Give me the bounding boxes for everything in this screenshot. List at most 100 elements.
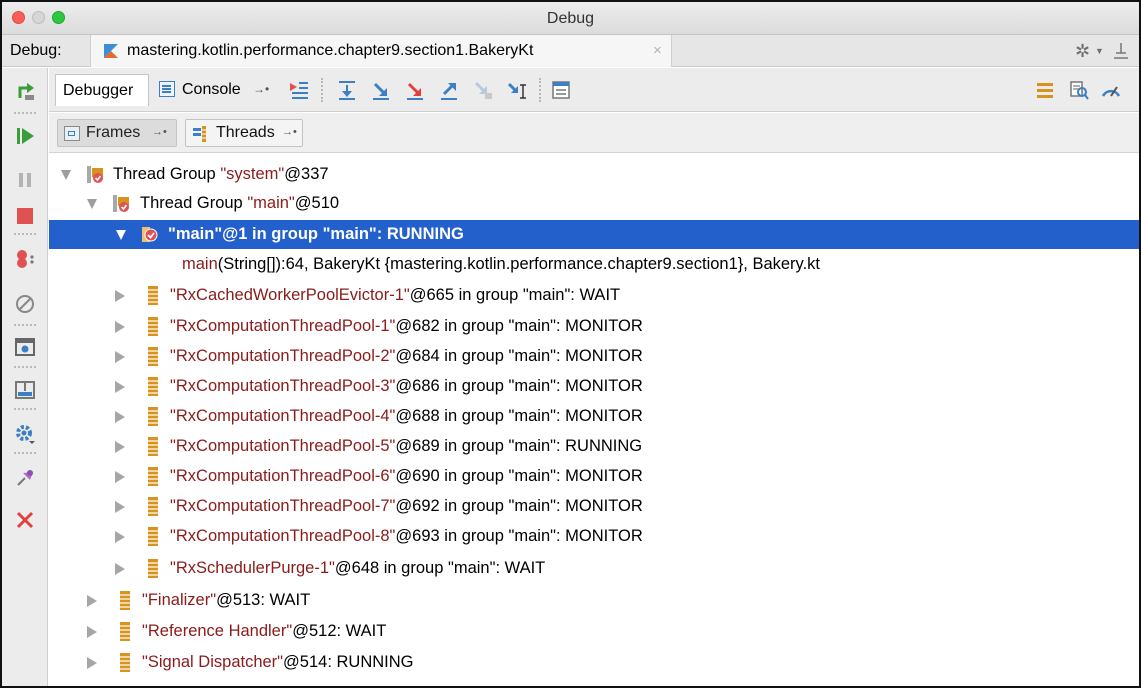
stop-icon[interactable] xyxy=(14,205,36,227)
list-view-icon[interactable] xyxy=(1035,80,1055,100)
show-execution-point-icon[interactable] xyxy=(289,80,309,100)
move-arrow-icon[interactable]: →• xyxy=(253,82,269,96)
tree-row-thread[interactable]: "Finalizer"@513: WAIT xyxy=(49,586,1139,615)
collapsed-arrow-icon[interactable] xyxy=(115,351,125,363)
tab-frames-label: Frames xyxy=(86,124,141,141)
tree-row-thread-main[interactable]: "main"@1 in group "main": RUNNING xyxy=(49,220,1139,249)
toolbar-divider xyxy=(539,78,541,102)
session-tab[interactable]: mastering.kotlin.performance.chapter9.se… xyxy=(90,35,672,67)
restore-layout-icon[interactable] xyxy=(14,379,36,401)
close-tab-icon[interactable]: × xyxy=(653,42,662,59)
tree-row-group-system[interactable]: Thread Group "system"@337 xyxy=(49,160,1139,189)
thread-status: @689 in group "main": RUNNING xyxy=(395,437,643,455)
settings-gear-icon[interactable]: ✲ xyxy=(1075,41,1090,62)
window-title: Debug xyxy=(546,10,595,27)
thread-icon xyxy=(148,377,158,396)
thread-name: "RxSchedulerPurge-1" xyxy=(170,559,335,577)
collapsed-arrow-icon[interactable] xyxy=(115,563,125,575)
tree-row-thread[interactable]: "RxComputationThreadPool-7"@692 in group… xyxy=(49,492,1139,521)
thread-icon xyxy=(148,497,158,516)
step-into-icon[interactable] xyxy=(371,80,391,100)
tree-row-thread[interactable]: "Signal Dispatcher"@514: RUNNING xyxy=(49,648,1139,677)
tree-row-thread[interactable]: "RxCachedWorkerPoolEvictor-1"@665 in gro… xyxy=(49,281,1139,310)
pin-tab-icon[interactable] xyxy=(14,467,36,489)
get-thread-dump-icon[interactable] xyxy=(14,336,36,358)
thread-name: "RxComputationThreadPool-1" xyxy=(170,317,396,335)
tab-console-label: Console xyxy=(182,81,241,98)
collapsed-arrow-icon[interactable] xyxy=(115,471,125,483)
collapsed-arrow-icon[interactable] xyxy=(115,321,125,333)
threads-icon xyxy=(193,126,206,142)
expanded-arrow-icon[interactable] xyxy=(87,199,97,209)
tree-row-thread[interactable]: "RxComputationThreadPool-2"@684 in group… xyxy=(49,342,1139,371)
thread-status: @693 in group "main": MONITOR xyxy=(395,527,643,545)
tree-row-thread[interactable]: "RxComputationThreadPool-4"@688 in group… xyxy=(49,402,1139,431)
step-out-icon[interactable] xyxy=(439,80,459,100)
thread-status: @684 in group "main": MONITOR xyxy=(395,347,643,365)
thread-status: @686 in group "main": MONITOR xyxy=(395,377,643,395)
overhead-icon[interactable] xyxy=(1101,80,1121,100)
tree-row-thread[interactable]: "RxSchedulerPurge-1"@648 in group "main"… xyxy=(49,554,1139,583)
tab-debugger[interactable]: Debugger xyxy=(55,74,149,106)
frame-method-name: main xyxy=(182,255,218,273)
tree-row-thread[interactable]: "RxComputationThreadPool-5"@689 in group… xyxy=(49,432,1139,461)
collapsed-arrow-icon[interactable] xyxy=(115,531,125,543)
collapsed-arrow-icon[interactable] xyxy=(87,657,97,669)
drop-frame-icon[interactable] xyxy=(473,80,493,100)
row-prefix: Thread Group xyxy=(140,194,248,212)
thread-icon xyxy=(148,467,158,486)
session-tab-label: mastering.kotlin.performance.chapter9.se… xyxy=(127,42,534,59)
toolbar-divider xyxy=(14,233,36,235)
tree-row-thread[interactable]: "Reference Handler"@512: WAIT xyxy=(49,617,1139,646)
threads-tree: Thread Group "system"@337 Thread Group "… xyxy=(49,154,1139,686)
toolbar-divider xyxy=(14,408,36,410)
expanded-arrow-icon[interactable] xyxy=(116,230,126,240)
tab-threads[interactable]: Threads →• xyxy=(185,119,303,147)
collapsed-arrow-icon[interactable] xyxy=(115,290,125,302)
settings-icon[interactable] xyxy=(14,423,36,445)
collapsed-arrow-icon[interactable] xyxy=(115,441,125,453)
tree-row-thread[interactable]: "RxComputationThreadPool-6"@690 in group… xyxy=(49,462,1139,491)
expanded-arrow-icon[interactable] xyxy=(61,170,71,180)
thread-name: "main" xyxy=(168,225,223,243)
move-arrow-icon[interactable]: →• xyxy=(152,126,167,138)
move-arrow-icon[interactable]: →• xyxy=(282,126,297,138)
debug-label: Debug: xyxy=(10,42,62,59)
collapsed-arrow-icon[interactable] xyxy=(115,501,125,513)
tree-row-stack-frame[interactable]: main(String[]):64, BakeryKt {mastering.k… xyxy=(49,250,1139,279)
thread-status: @648 in group "main": WAIT xyxy=(334,559,546,577)
thread-status: @690 in group "main": MONITOR xyxy=(395,467,643,485)
resume-icon[interactable] xyxy=(14,125,36,147)
tab-console[interactable]: Console →• xyxy=(153,74,283,106)
chevron-down-icon[interactable]: ▼ xyxy=(1095,46,1104,56)
mute-breakpoints-icon[interactable] xyxy=(14,293,36,315)
thread-name: "RxComputationThreadPool-8" xyxy=(170,527,396,545)
memory-view-icon[interactable] xyxy=(1069,80,1089,100)
tree-row-group-main[interactable]: Thread Group "main"@510 xyxy=(49,189,1139,218)
tree-row-thread[interactable]: "RxComputationThreadPool-3"@686 in group… xyxy=(49,372,1139,401)
rerun-icon[interactable] xyxy=(14,80,36,102)
collapsed-arrow-icon[interactable] xyxy=(115,381,125,393)
toolbar-divider xyxy=(14,324,36,326)
evaluate-expression-icon[interactable] xyxy=(551,80,571,100)
tree-row-thread[interactable]: "RxComputationThreadPool-1"@682 in group… xyxy=(49,312,1139,341)
force-step-into-icon[interactable] xyxy=(405,80,425,100)
collapsed-arrow-icon[interactable] xyxy=(87,595,97,607)
pause-icon[interactable] xyxy=(14,169,36,191)
collapsed-arrow-icon[interactable] xyxy=(87,626,97,638)
tree-row-thread[interactable]: "RxComputationThreadPool-8"@693 in group… xyxy=(49,522,1139,551)
thread-status: @1 in group "main": RUNNING xyxy=(222,225,464,243)
suspended-thread-icon xyxy=(142,227,158,242)
hide-panel-icon[interactable] xyxy=(1113,41,1129,61)
thread-name: "RxComputationThreadPool-2" xyxy=(170,347,396,365)
step-over-icon[interactable] xyxy=(337,80,357,100)
thread-status: @513: WAIT xyxy=(216,591,311,609)
collapsed-arrow-icon[interactable] xyxy=(115,411,125,423)
tab-frames[interactable]: Frames →• xyxy=(57,119,177,147)
run-to-cursor-icon[interactable] xyxy=(507,80,527,100)
kotlin-icon xyxy=(104,44,118,58)
thread-icon xyxy=(148,286,158,305)
view-breakpoints-icon[interactable] xyxy=(14,248,36,270)
close-icon[interactable] xyxy=(14,509,36,531)
thread-group-name: "main" xyxy=(247,194,295,212)
